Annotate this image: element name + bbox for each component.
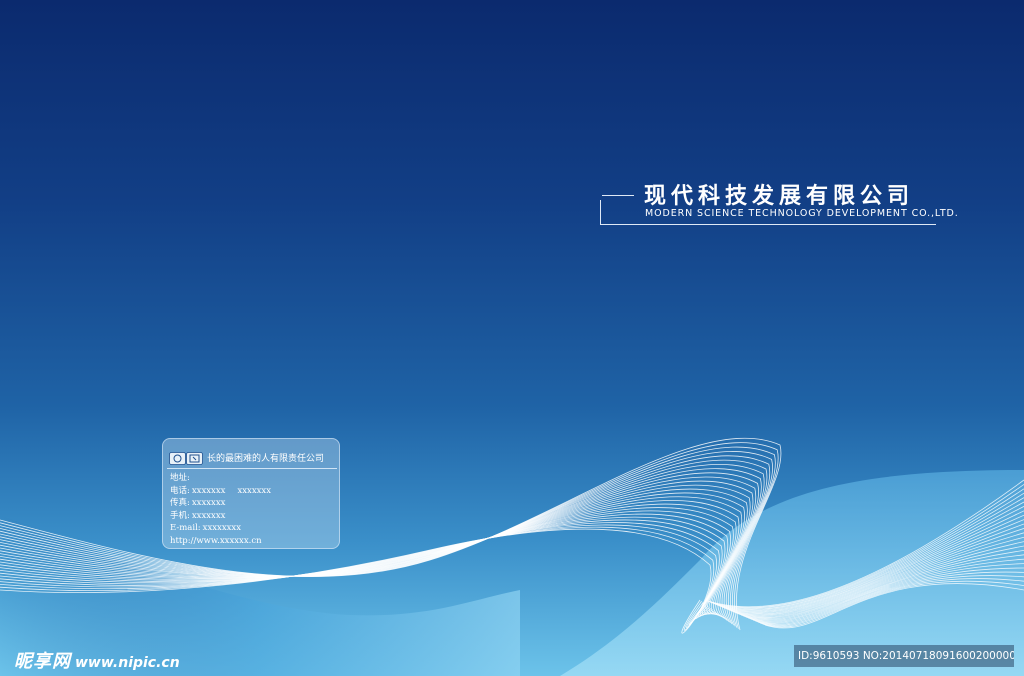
phone-value: xxxxxxx (191, 485, 226, 496)
email-value: xxxxxxxx (202, 523, 242, 533)
phone-label: 电话: (170, 485, 190, 496)
company-logo-icon (169, 452, 203, 465)
title-decor-line-bottom (600, 224, 936, 225)
nipic-watermark: 昵享网 www.nipic.cn (14, 647, 180, 673)
company-name-cn: 现代科技发展有限公司 (644, 184, 915, 209)
contact-card-header: 长的最困难的人有限责任公司 (169, 450, 339, 466)
mobile-label: 手机: (170, 510, 190, 521)
contact-row-website: http://www.xxxxxx.cn (170, 535, 338, 548)
company-name-en: MODERN SCIENCE TECHNOLOGY DEVELOPMENT CO… (645, 208, 959, 219)
wave-lines-graphic (0, 437, 1024, 676)
contact-row-address: 地址: (170, 472, 338, 485)
watermark-brand: 昵享网 (14, 651, 71, 672)
contact-card-divider (167, 468, 337, 469)
contact-row-fax: 传真: xxxxxxx (170, 497, 338, 510)
website-value: http://www.xxxxxx.cn (170, 535, 262, 546)
contact-card: 长的最困难的人有限责任公司 地址: 电话: xxxxxxx xxxxxxx 传真: x… (162, 438, 340, 549)
title-decor-line-left (600, 200, 601, 225)
image-id-watermark: ID:9610593 NO:20140718091600200000 (794, 645, 1014, 667)
address-label: 地址: (170, 473, 190, 483)
title-decor-line-top (602, 195, 634, 196)
email-label: E-mail: (170, 523, 201, 533)
contact-row-email: E-mail: xxxxxxxx (170, 522, 338, 535)
phone-value-2: xxxxxxx (237, 485, 271, 496)
brochure-cover: 现代科技发展有限公司 MODERN SCIENCE TECHNOLOGY DEV… (0, 0, 1024, 676)
fax-label: 传真: (170, 498, 190, 508)
fax-value: xxxxxxx (191, 498, 226, 508)
company-title-block: 现代科技发展有限公司 MODERN SCIENCE TECHNOLOGY DEV… (598, 176, 958, 228)
contact-company-name: 长的最困难的人有限责任公司 (207, 454, 325, 464)
contact-row-mobile: 手机: xxxxxxx (170, 510, 338, 523)
contact-row-phone: 电话: xxxxxxx xxxxxxx (170, 485, 338, 498)
contact-rows: 地址: 电话: xxxxxxx xxxxxxx 传真: xxxxxxx 手机: xxxx… (170, 472, 338, 547)
watermark-url: www.nipic.cn (75, 655, 180, 671)
mobile-value: xxxxxxx (191, 510, 226, 521)
